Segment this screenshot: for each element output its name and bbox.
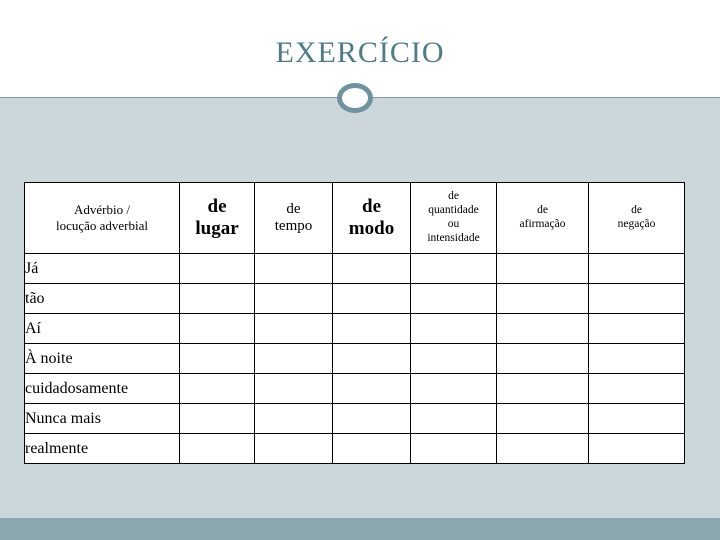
page-title: EXERCÍCIO — [275, 36, 445, 69]
table-row: Nunca mais — [24, 403, 685, 434]
column-header-quantidade-line2: quantidade — [428, 204, 479, 217]
column-header-adverb: Advérbio / locução adverbial — [24, 182, 180, 254]
answer-cell[interactable] — [410, 283, 497, 314]
slide: EXERCÍCIO Advérbio / locução adverbial d… — [0, 0, 720, 540]
answer-cell[interactable] — [332, 283, 411, 314]
ring-decoration-icon — [337, 83, 373, 113]
answer-cell[interactable] — [332, 403, 411, 434]
answer-cell[interactable] — [332, 373, 411, 404]
column-header-modo-line2: modo — [348, 218, 395, 239]
answer-cell[interactable] — [588, 433, 685, 464]
row-label: realmente — [24, 433, 180, 464]
column-header-adverb-line1: Advérbio / — [74, 201, 130, 217]
answer-cell[interactable] — [410, 253, 497, 284]
answer-cell[interactable] — [410, 313, 497, 344]
column-header-modo: de modo — [332, 182, 411, 254]
answer-cell[interactable] — [496, 373, 589, 404]
answer-cell[interactable] — [588, 313, 685, 344]
table-row: À noite — [24, 343, 685, 374]
answer-cell[interactable] — [254, 373, 333, 404]
table-body: Já tão Aí À noite cuidadosamente Nunca m… — [24, 253, 685, 464]
exercise-table-container: Advérbio / locução adverbial de lugar de… — [24, 182, 685, 464]
column-header-lugar-line1: de — [207, 196, 227, 217]
answer-cell[interactable] — [254, 313, 333, 344]
answer-cell[interactable] — [588, 343, 685, 374]
table-row: Aí — [24, 313, 685, 344]
table-row: tão — [24, 283, 685, 314]
answer-cell[interactable] — [254, 283, 333, 314]
column-header-quantidade-line3: ou — [447, 218, 460, 230]
answer-cell[interactable] — [410, 343, 497, 374]
answer-cell[interactable] — [179, 403, 255, 434]
exercise-table: Advérbio / locução adverbial de lugar de… — [24, 182, 685, 464]
column-header-afirmacao-line2: afirmação — [519, 218, 566, 230]
table-header-row: Advérbio / locução adverbial de lugar de… — [24, 182, 685, 254]
answer-cell[interactable] — [254, 253, 333, 284]
column-header-afirmacao: de afirmação — [496, 182, 589, 254]
answer-cell[interactable] — [254, 343, 333, 374]
answer-cell[interactable] — [496, 283, 589, 314]
answer-cell[interactable] — [496, 313, 589, 344]
answer-cell[interactable] — [496, 403, 589, 434]
answer-cell[interactable] — [332, 313, 411, 344]
answer-cell[interactable] — [410, 373, 497, 404]
row-label: tão — [24, 283, 180, 314]
row-label: Aí — [24, 313, 180, 344]
column-header-negacao: de negação — [588, 182, 685, 254]
footer-band — [0, 518, 720, 540]
column-header-modo-line1: de — [362, 196, 381, 217]
answer-cell[interactable] — [332, 253, 411, 284]
answer-cell[interactable] — [588, 373, 685, 404]
answer-cell[interactable] — [588, 403, 685, 434]
answer-cell[interactable] — [588, 253, 685, 284]
answer-cell[interactable] — [179, 343, 255, 374]
column-header-tempo-line2: tempo — [274, 218, 313, 234]
row-label: Já — [24, 253, 180, 284]
table-row: cuidadosamente — [24, 373, 685, 404]
column-header-lugar-line2: lugar — [195, 218, 239, 239]
column-header-afirmacao-line1: de — [537, 204, 548, 217]
answer-cell[interactable] — [332, 343, 411, 374]
column-header-quantidade: de quantidade ou intensidade — [410, 182, 497, 254]
answer-cell[interactable] — [179, 433, 255, 464]
answer-cell[interactable] — [179, 253, 255, 284]
answer-cell[interactable] — [496, 343, 589, 374]
table-row: realmente — [24, 433, 685, 464]
table-row: Já — [24, 253, 685, 284]
answer-cell[interactable] — [254, 433, 333, 464]
answer-cell[interactable] — [332, 433, 411, 464]
answer-cell[interactable] — [179, 313, 255, 344]
answer-cell[interactable] — [496, 433, 589, 464]
column-header-quantidade-line4: intensidade — [427, 231, 480, 244]
column-header-tempo-line1: de — [286, 201, 301, 217]
answer-cell[interactable] — [179, 373, 255, 404]
column-header-negacao-line2: negação — [617, 218, 656, 230]
column-header-adverb-line2: locução adverbial — [55, 218, 149, 233]
answer-cell[interactable] — [410, 403, 497, 434]
row-label: À noite — [24, 343, 180, 374]
answer-cell[interactable] — [179, 283, 255, 314]
answer-cell[interactable] — [410, 433, 497, 464]
answer-cell[interactable] — [254, 403, 333, 434]
row-label: cuidadosamente — [24, 373, 180, 404]
column-header-quantidade-line1: de — [448, 190, 459, 203]
answer-cell[interactable] — [588, 283, 685, 314]
row-label: Nunca mais — [24, 403, 180, 434]
column-header-lugar: de lugar — [179, 182, 255, 254]
column-header-negacao-line1: de — [631, 204, 642, 217]
column-header-tempo: de tempo — [254, 182, 333, 254]
answer-cell[interactable] — [496, 253, 589, 284]
